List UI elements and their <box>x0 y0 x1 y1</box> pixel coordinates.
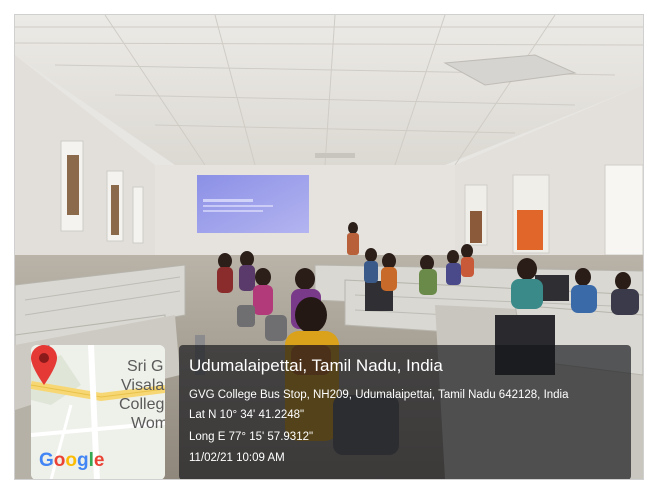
photo-frame: Sri G Visala Colleg Wom Google Udumalaip… <box>14 14 644 480</box>
latitude-text: Lat N 10° 34' 41.2248" <box>189 409 305 421</box>
google-logo-letter: o <box>65 450 77 471</box>
location-title: Udumalaipettai, Tamil Nadu, India <box>189 356 443 375</box>
map-thumbnail: Sri G Visala Colleg Wom Google <box>31 345 165 479</box>
map-label: Colleg <box>119 396 165 413</box>
map-pin-icon <box>31 345 57 385</box>
datetime-text: 11/02/21 10:09 AM <box>189 452 285 464</box>
google-logo: Google <box>39 450 104 472</box>
google-logo-letter: e <box>93 450 105 471</box>
google-logo-letter: o <box>53 450 66 471</box>
google-logo-letter: g <box>77 450 89 471</box>
location-address: GVG College Bus Stop, NH209, Udumalaipet… <box>189 389 569 401</box>
map-label: Visala <box>121 377 165 394</box>
google-logo-letter: G <box>39 450 54 471</box>
map-label: Sri G <box>127 358 164 375</box>
map-label: Wom <box>131 415 165 432</box>
longitude-text: Long E 77° 15' 57.9312" <box>189 431 314 443</box>
geotag-info-panel: Udumalaipettai, Tamil Nadu, India GVG Co… <box>179 345 631 479</box>
